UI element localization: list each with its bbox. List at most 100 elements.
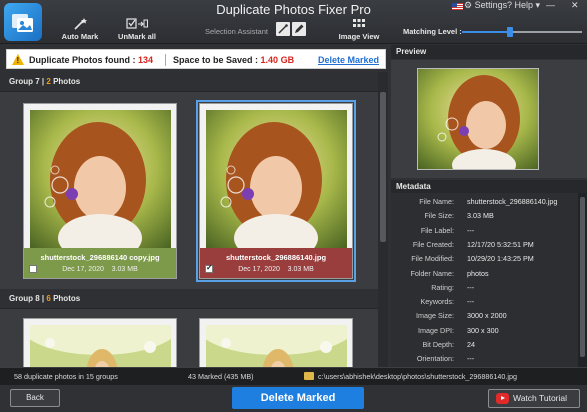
metadata-scrollbar[interactable] xyxy=(578,193,587,367)
metadata-key: File Modified: xyxy=(411,254,454,264)
minimize-icon: — xyxy=(546,0,555,10)
metadata-value: shutterstock_296886140.jpg xyxy=(467,197,558,206)
metadata-row: Bit Depth: 24 xyxy=(391,340,578,353)
group-count: 2 xyxy=(46,77,51,86)
scrollbar-thumb[interactable] xyxy=(380,92,386,242)
pencil-icon xyxy=(295,24,304,33)
groups-scrollbar[interactable] xyxy=(378,72,388,367)
language-flag-icon[interactable] xyxy=(452,3,463,10)
mark-checkbox-checked[interactable] xyxy=(205,263,213,273)
metadata-key: Image Size: xyxy=(416,311,454,321)
thumbnail-caption: shutterstock_296886140.jpg Dec 17, 2020 … xyxy=(200,248,352,278)
metadata-value: 12/17/20 5:32:51 PM xyxy=(467,239,534,249)
matching-level-fill xyxy=(462,31,510,33)
space-value: 1.40 GB xyxy=(260,55,295,65)
preview-image xyxy=(417,68,539,170)
group-count-label: Photos xyxy=(53,77,81,86)
settings-menu[interactable]: ⚙ Settings xyxy=(464,0,507,11)
metadata-value: --- xyxy=(467,354,475,364)
mark-checkbox[interactable] xyxy=(29,265,37,273)
matching-level-handle[interactable] xyxy=(507,27,513,37)
divider xyxy=(165,54,166,66)
photo-thumbnail-selected[interactable]: shutterstock_296886140.jpg Dec 17, 2020 … xyxy=(196,100,356,282)
settings-label: Settings xyxy=(474,0,508,10)
group-separator: | xyxy=(41,77,45,86)
matching-level-label: Matching Level : xyxy=(403,27,462,36)
metadata-row: Orientation: --- xyxy=(391,354,578,367)
photo-thumbnail[interactable]: shutterstock_296886140 copy.jpg Dec 17, … xyxy=(23,103,177,279)
auto-mark-button[interactable]: Auto Mark xyxy=(60,18,100,41)
unmark-all-button[interactable]: UnMark all xyxy=(114,18,160,41)
app-window: Duplicate Photos Fixer Pro ⚙ Settings ? … xyxy=(0,0,587,412)
metadata-row: File Size: 3.03 MB xyxy=(391,211,578,224)
metadata-key: File Label: xyxy=(420,225,454,235)
photo-size: 3.03 MB xyxy=(287,266,314,273)
metadata-key: Keywords: xyxy=(420,297,454,307)
group-count: 6 xyxy=(46,294,51,303)
watch-tutorial-label: Watch Tutorial xyxy=(513,393,568,403)
girl-in-field-photo xyxy=(30,325,171,367)
group-count-label: Photos xyxy=(53,294,81,303)
close-button[interactable]: ✕ xyxy=(571,0,579,11)
metadata-list: File Name: shutterstock_296886140.jpg File… xyxy=(391,193,578,367)
metadata-value: photos xyxy=(467,268,489,278)
watch-tutorial-button[interactable]: Watch Tutorial xyxy=(488,389,580,408)
toolbar: Duplicate Photos Fixer Pro ⚙ Settings ? … xyxy=(0,0,587,44)
image-view-button[interactable]: Image View xyxy=(337,18,381,41)
help-menu[interactable]: ? Help ▾ xyxy=(507,0,540,11)
metadata-value: 10/29/20 1:43:25 PM xyxy=(467,254,534,264)
girl-blowing-bubbles-photo xyxy=(206,110,347,251)
metadata-row: Image Size: 3000 x 2000 xyxy=(391,311,578,324)
groups-list: Group 7 | 2 Photos shutterstock_29688614… xyxy=(0,72,378,367)
warning-icon: ! xyxy=(12,54,24,65)
metadata-key: Folder Name: xyxy=(410,268,454,278)
photo-thumbnail[interactable] xyxy=(23,318,177,367)
delete-marked-link[interactable]: Delete Marked xyxy=(318,55,379,65)
file-path-text: c:\users\abhishek\desktop\photos\shutter… xyxy=(318,372,517,381)
chevron-down-icon: ▾ xyxy=(535,0,541,10)
photo-size: 3.03 MB xyxy=(111,266,138,273)
duplicates-summary-bar: ! Duplicate Photos found : 134 Space to … xyxy=(6,49,386,69)
auto-mark-label: Auto Mark xyxy=(61,32,99,41)
metadata-key: Rating: xyxy=(431,282,454,292)
metadata-value: 300 x 300 xyxy=(467,325,499,335)
back-button[interactable]: Back xyxy=(10,389,60,407)
photo-meta: Dec 17, 2020 3.03 MB xyxy=(200,266,352,273)
selection-assistant-label: Selection Assistant xyxy=(205,27,268,36)
group-label: Group 8 xyxy=(9,294,40,303)
unmark-all-label: UnMark all xyxy=(118,32,156,41)
marked-count-text: 43 Marked (435 MB) xyxy=(188,372,254,381)
photo-date: Dec 17, 2020 xyxy=(62,266,104,273)
folder-icon xyxy=(304,372,314,380)
photo-filename: shutterstock_296886140 copy.jpg xyxy=(40,253,160,262)
youtube-play-icon xyxy=(496,393,509,404)
photo-meta: Dec 17, 2020 3.03 MB xyxy=(24,266,176,273)
close-icon: ✕ xyxy=(571,0,579,10)
help-label: ? Help xyxy=(507,0,534,10)
photo-thumbnail[interactable] xyxy=(199,318,353,367)
group-header: Group 8 | 6 Photos xyxy=(0,289,378,309)
minimize-button[interactable]: — xyxy=(546,0,555,10)
group-header: Group 7 | 2 Photos xyxy=(0,72,378,92)
metadata-row: Keywords: --- xyxy=(391,297,578,310)
space-summary: Space to be Saved : 1.40 GB xyxy=(173,55,294,65)
group-separator: | xyxy=(41,294,45,303)
found-label: Duplicate Photos found : xyxy=(29,55,136,65)
metadata-key: File Name: xyxy=(419,197,454,206)
metadata-key: Image DPI: xyxy=(418,325,454,335)
found-count: 134 xyxy=(138,55,154,65)
unmark-icon xyxy=(126,18,148,29)
metadata-key: File Size: xyxy=(424,211,454,221)
metadata-row: Folder Name: photos xyxy=(391,269,578,282)
selection-assistant-edit-button[interactable] xyxy=(292,22,306,36)
matching-level-slider[interactable] xyxy=(462,27,582,37)
metadata-row: Rating: --- xyxy=(391,283,578,296)
delete-marked-button[interactable]: Delete Marked xyxy=(232,387,364,409)
grid-view-icon xyxy=(353,19,365,27)
metadata-key: Orientation: xyxy=(416,354,454,364)
photo-filename: shutterstock_296886140.jpg xyxy=(225,253,327,262)
selection-assistant-wand-button[interactable] xyxy=(276,22,290,36)
image-view-label: Image View xyxy=(338,32,380,41)
scrollbar-thumb[interactable] xyxy=(580,197,585,357)
found-summary: Duplicate Photos found : 134 xyxy=(29,55,153,65)
